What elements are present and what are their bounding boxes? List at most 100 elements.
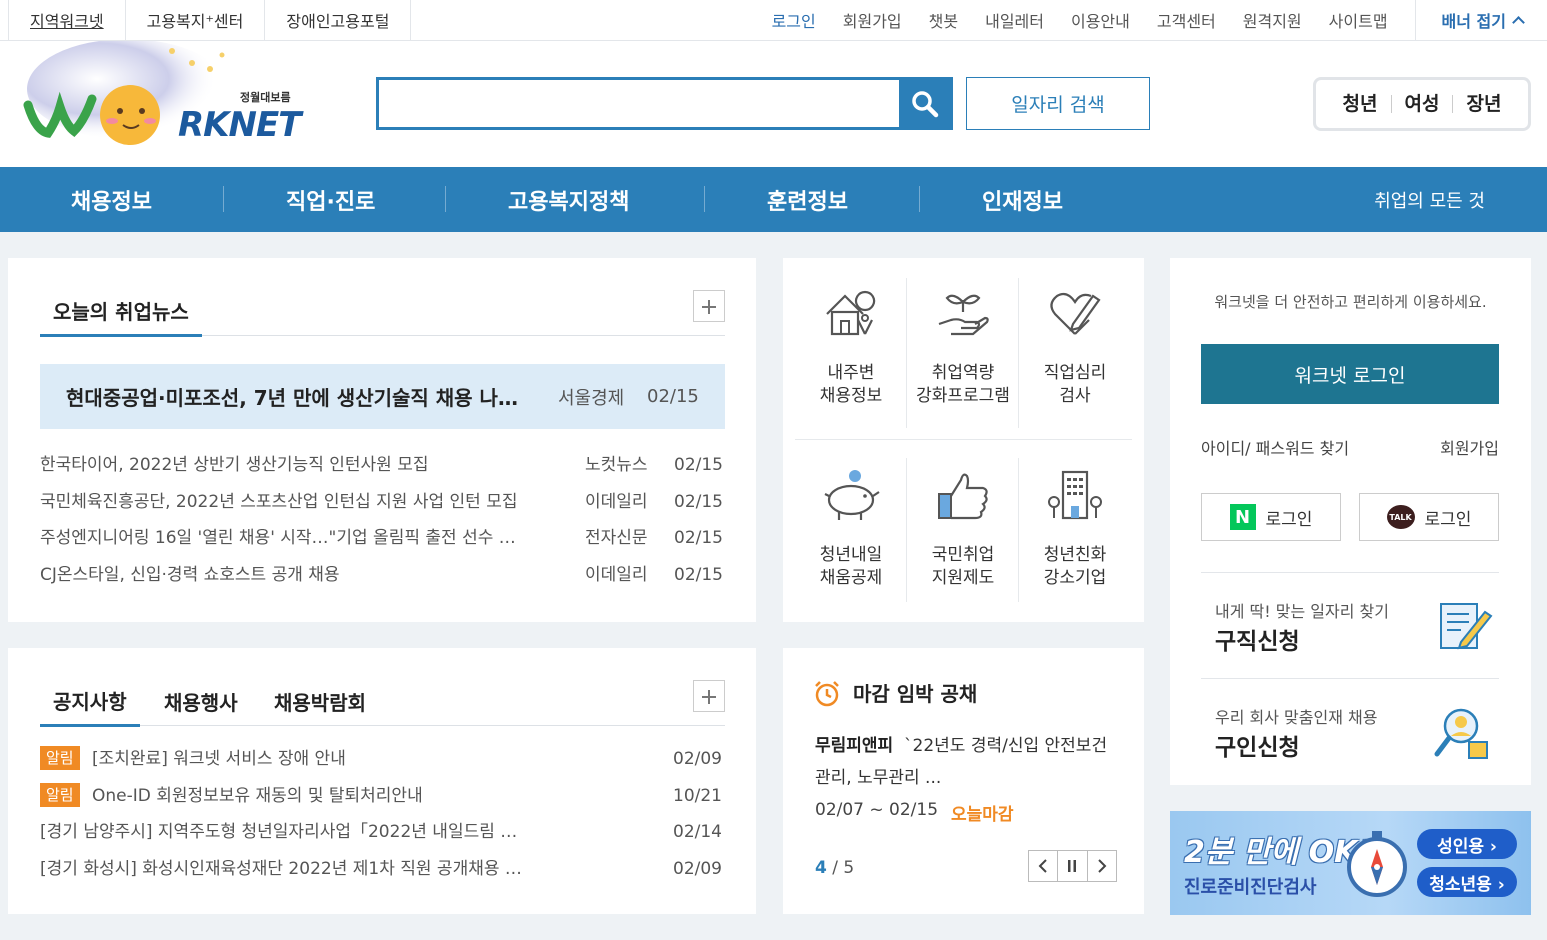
tab-job-fairs[interactable]: 채용박람회: [274, 676, 366, 726]
newsletter-link[interactable]: 내일레터: [985, 8, 1044, 32]
closing-soon-card: 마감 임박 공채 무림피앤피 `22년도 경력/신입 안전보건관리, 노무관리 …: [783, 648, 1144, 914]
site-tab-welfare-center[interactable]: 고용복지⁺센터: [126, 0, 266, 40]
employer-application[interactable]: 우리 회사 맞춤인재 채용 구인신청: [1215, 704, 1495, 794]
label-line: 직업심리: [1043, 363, 1107, 383]
youth-test-button[interactable]: 청소년용 ›: [1417, 867, 1517, 897]
label-line: 청년내일: [819, 545, 883, 565]
kakao-talk-icon: TALK: [1386, 505, 1415, 529]
news-list-item[interactable]: 한국타이어, 2022년 상반기 생산기능직 인턴사원 모집 노컷뉴스 02/1…: [40, 450, 725, 480]
quick-item-psych-test[interactable]: 직업심리 검사: [1019, 284, 1131, 424]
top-utility-bar: 지역워크넷 고용복지⁺센터 장애인고용포털 로그인 회원가입 챗봇 내일레터 이…: [0, 0, 1547, 41]
group-tab-women[interactable]: 여성: [1390, 95, 1453, 114]
notice-list-item[interactable]: [경기 화성시] 화성시인재육성재단 2022년 제1차 직원 공개채용 공고 …: [40, 854, 725, 884]
prev-slide-button[interactable]: [1029, 851, 1057, 881]
nav-item-training[interactable]: 훈련정보: [767, 167, 848, 232]
group-tab-senior[interactable]: 장년: [1452, 95, 1514, 114]
adult-test-button[interactable]: 성인용 ›: [1417, 829, 1517, 859]
quick-item-national-employment[interactable]: 국민취업 지원제도: [907, 466, 1019, 606]
nav-item-welfare-policy[interactable]: 고용복지정책: [508, 167, 629, 232]
banner-collapse-button[interactable]: 배너 접기: [1414, 0, 1525, 40]
naver-login-button[interactable]: N 로그인: [1201, 493, 1341, 541]
tab-today-news[interactable]: 오늘의 취업뉴스: [40, 286, 202, 337]
tab-notice[interactable]: 공지사항: [40, 676, 140, 727]
news-more-button[interactable]: [693, 290, 725, 322]
job-seeker-application[interactable]: 내게 딱! 맞는 일자리 찾기 구직신청: [1215, 598, 1495, 688]
notice-title: [경기 화성시] 화성시인재육성재단 2022년 제1차 직원 공개채용 공고: [40, 859, 525, 879]
closing-job-posting[interactable]: 무림피앤피 `22년도 경력/신입 안전보건관리, 노무관리 ...: [815, 730, 1115, 794]
remote-support-link[interactable]: 원격지원: [1243, 8, 1302, 32]
notice-list-item[interactable]: 알림 [조치완료] 워크넷 서비스 장애 안내 02/09: [40, 744, 725, 774]
piggy-bank-icon: [824, 470, 880, 520]
employment-news-card: 오늘의 취업뉴스 현대중공업·미포조선, 7년 만에 생산기술직 채용 나선다 …: [8, 258, 756, 622]
logo-subtitle: 정월대보름: [240, 91, 291, 104]
notice-list-item[interactable]: [경기 남양주시] 지역주도형 청년일자리사업「2022년 내일드림 청년인턴」…: [40, 817, 725, 847]
login-link[interactable]: 로그인: [772, 8, 816, 32]
next-slide-button[interactable]: [1086, 851, 1116, 881]
chatbot-link[interactable]: 챗봇: [929, 8, 958, 32]
logo-wordmark: RKNET: [178, 105, 301, 145]
group-tab-youth[interactable]: 청년: [1330, 95, 1391, 114]
news-title: 국민체육진흥공단, 2022년 스포츠산업 인턴십 지원 사업 인턴 모집: [40, 492, 518, 512]
quick-item-youth-savings[interactable]: 청년내일 채움공제: [795, 466, 907, 606]
quick-item-nearby-jobs[interactable]: 내주변 채용정보: [795, 284, 907, 424]
closing-today-badge: 오늘마감: [951, 805, 1014, 825]
news-list-item[interactable]: 국민체육진흥공단, 2022년 스포츠산업 인턴십 지원 사업 인턴 모집 이데…: [40, 487, 725, 517]
nav-item-career[interactable]: 직업·진로: [286, 167, 375, 232]
sitemap-link[interactable]: 사이트맵: [1329, 8, 1388, 32]
quick-item-label: 직업심리 검사: [1019, 362, 1131, 408]
pause-icon: [1068, 860, 1077, 872]
quick-item-label: 취업역량 강화프로그램: [907, 362, 1019, 408]
tab-recruit-events[interactable]: 채용행사: [164, 676, 238, 726]
nav-item-jobs[interactable]: 채용정보: [71, 167, 152, 232]
company-name: 무림피앤피: [815, 736, 894, 756]
label-line: 청년친화: [1043, 545, 1107, 565]
quick-item-competency-program[interactable]: 취업역량 강화프로그램: [907, 284, 1019, 424]
news-list-item[interactable]: 주성엔지니어링 16일 '열린 채용' 시작…"기업 올림픽 출전 선수 뽑는다…: [40, 523, 725, 553]
employer-title: 구인신청: [1215, 735, 1300, 761]
pause-slide-button[interactable]: [1057, 851, 1086, 881]
customer-center-link[interactable]: 고객센터: [1157, 8, 1216, 32]
quick-item-youth-friendly-company[interactable]: 청년친화 강소기업: [1019, 466, 1131, 606]
divider: [1201, 572, 1499, 573]
label-line: 지원제도: [931, 568, 995, 588]
notice-date: 10/21: [673, 786, 722, 806]
quick-item-label: 청년친화 강소기업: [1019, 544, 1131, 590]
notice-more-button[interactable]: [693, 680, 725, 712]
site-tab-disabled-portal[interactable]: 장애인고용포털: [265, 0, 412, 40]
notice-title: [경기 남양주시] 지역주도형 청년일자리사업「2022년 내일드림 청년인턴」…: [40, 822, 525, 842]
notice-list-item[interactable]: 알림 One-ID 회원정보보유 재동의 및 탈퇴처리안내 10/21: [40, 781, 725, 811]
job-search-button[interactable]: 일자리 검색: [966, 77, 1150, 130]
headline-news-item[interactable]: 현대중공업·미포조선, 7년 만에 생산기술직 채용 나선다 서울경제 02/1…: [40, 364, 725, 429]
guide-link[interactable]: 이용안내: [1071, 8, 1130, 32]
search-input[interactable]: [379, 80, 903, 127]
closing-soon-title: 마감 임박 공채: [853, 682, 978, 706]
worknet-logo[interactable]: 정월대보름 RKNET: [22, 39, 312, 159]
kakao-login-button[interactable]: TALK 로그인: [1359, 493, 1499, 541]
alarm-clock-icon: [815, 681, 839, 707]
nav-item-all-about-jobs[interactable]: 취업의 모든 것: [1374, 167, 1485, 232]
login-card: 워크넷을 더 안전하고 편리하게 이용하세요. 워크넷 로그인 아이디/ 패스워…: [1170, 258, 1531, 785]
sign-up-link[interactable]: 회원가입: [1440, 435, 1499, 459]
news-title: CJ온스타일, 신입·경력 쇼호스트 공개 채용: [40, 565, 340, 585]
quick-menu-card: 내주변 채용정보 취업역량 강화프로그램 직업심리 검사 청년내일 채움공제 국…: [783, 258, 1144, 622]
quick-item-label: 내주변 채용정보: [795, 362, 907, 408]
news-title: 한국타이어, 2022년 상반기 생산기능직 인턴사원 모집: [40, 455, 429, 475]
nav-item-talent[interactable]: 인재정보: [982, 167, 1063, 232]
news-date: 02/15: [674, 492, 723, 512]
worknet-login-button[interactable]: 워크넷 로그인: [1201, 344, 1499, 404]
target-group-tabs: 청년 여성 장년: [1313, 77, 1531, 131]
seeker-subtitle: 내게 딱! 맞는 일자리 찾기: [1215, 602, 1389, 621]
join-link[interactable]: 회원가입: [843, 8, 902, 32]
news-list-item[interactable]: CJ온스타일, 신입·경력 쇼호스트 공개 채용 이데일리 02/15: [40, 560, 725, 590]
nav-divider: [223, 186, 224, 212]
headline-source: 서울경제: [558, 387, 625, 409]
search-button[interactable]: [899, 79, 951, 128]
news-tabs: 오늘의 취업뉴스: [40, 286, 725, 337]
label-line: 채용정보: [819, 386, 883, 406]
banner-collapse-label: 배너 접기: [1441, 12, 1506, 31]
find-id-password-link[interactable]: 아이디/ 패스워드 찾기: [1201, 435, 1349, 459]
site-tab-regional[interactable]: 지역워크넷: [8, 0, 126, 40]
notice-title: One-ID 회원정보보유 재동의 및 탈퇴처리안내: [92, 786, 423, 806]
career-readiness-test-banner[interactable]: 2분 만에 OK! 진로준비진단검사 성인용 › 청소년용 ›: [1170, 811, 1531, 915]
news-source: 노컷뉴스: [585, 455, 648, 475]
